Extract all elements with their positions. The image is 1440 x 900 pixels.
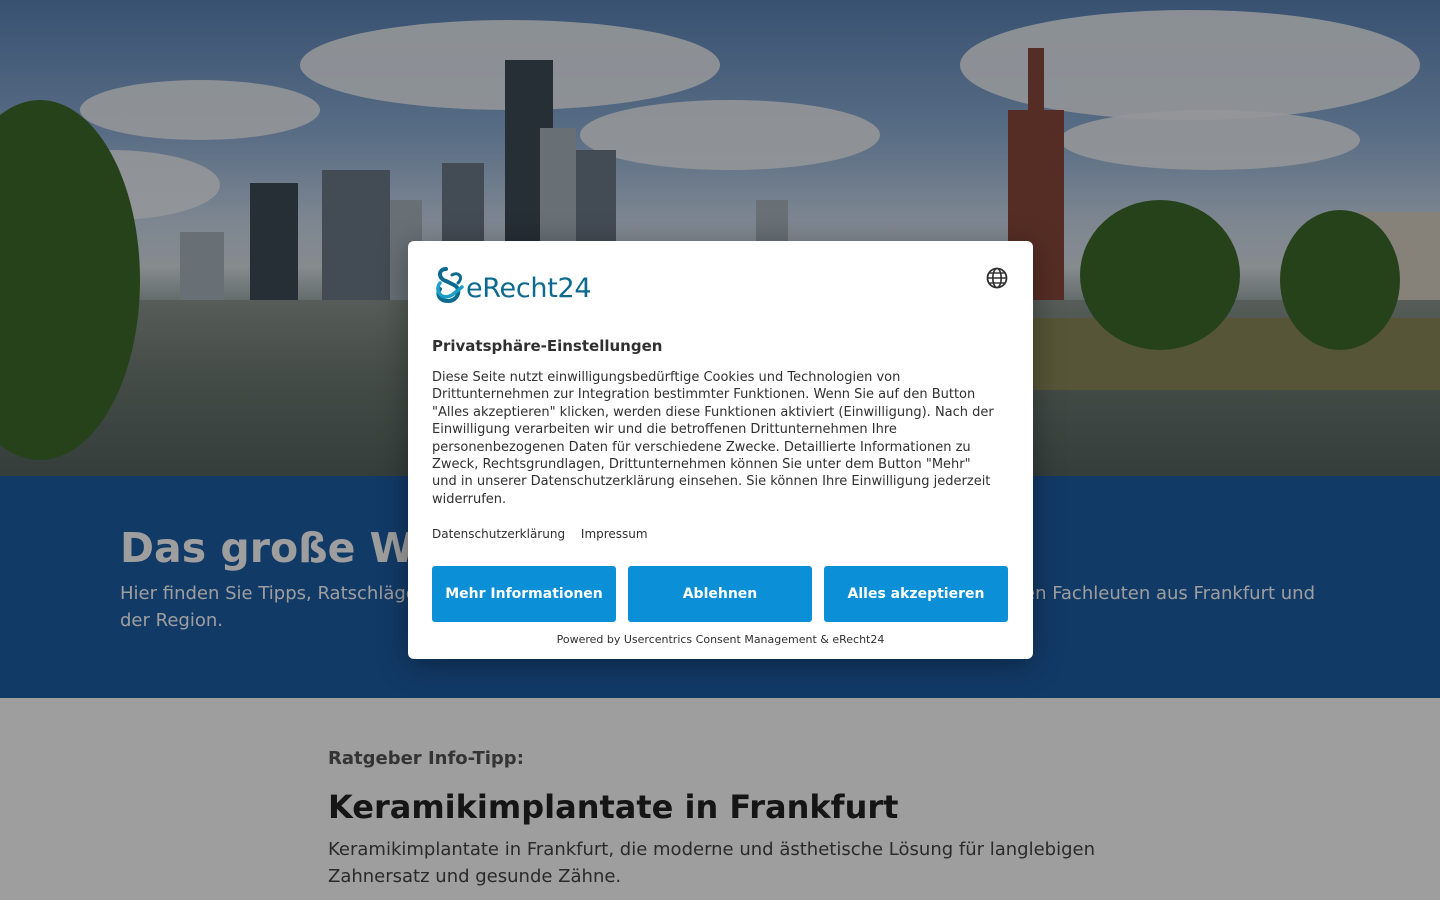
consent-dialog: eRecht24 Privatsphäre-Einstellungen Dies… — [408, 241, 1033, 659]
logo-text: eRecht24 — [466, 273, 592, 304]
erecht24-logo: eRecht24 — [432, 265, 602, 309]
more-information-button[interactable]: Mehr Informationen — [432, 566, 616, 622]
globe-icon — [986, 267, 1008, 289]
imprint-link[interactable]: Impressum — [581, 527, 648, 541]
consent-description: Diese Seite nutzt einwilligungsbedürftig… — [432, 370, 994, 507]
language-button[interactable] — [985, 266, 1009, 290]
consent-links: Datenschutzerklärung Impressum — [432, 527, 660, 541]
privacy-policy-link[interactable]: Datenschutzerklärung — [432, 527, 565, 541]
consent-title: Privatsphäre-Einstellungen — [432, 337, 663, 355]
accept-all-button[interactable]: Alles akzeptieren — [824, 566, 1008, 622]
powered-by-text: Powered by Usercentrics Consent Manageme… — [556, 633, 885, 646]
decline-button[interactable]: Ablehnen — [628, 566, 812, 622]
erecht24-logo-icon — [436, 267, 464, 304]
